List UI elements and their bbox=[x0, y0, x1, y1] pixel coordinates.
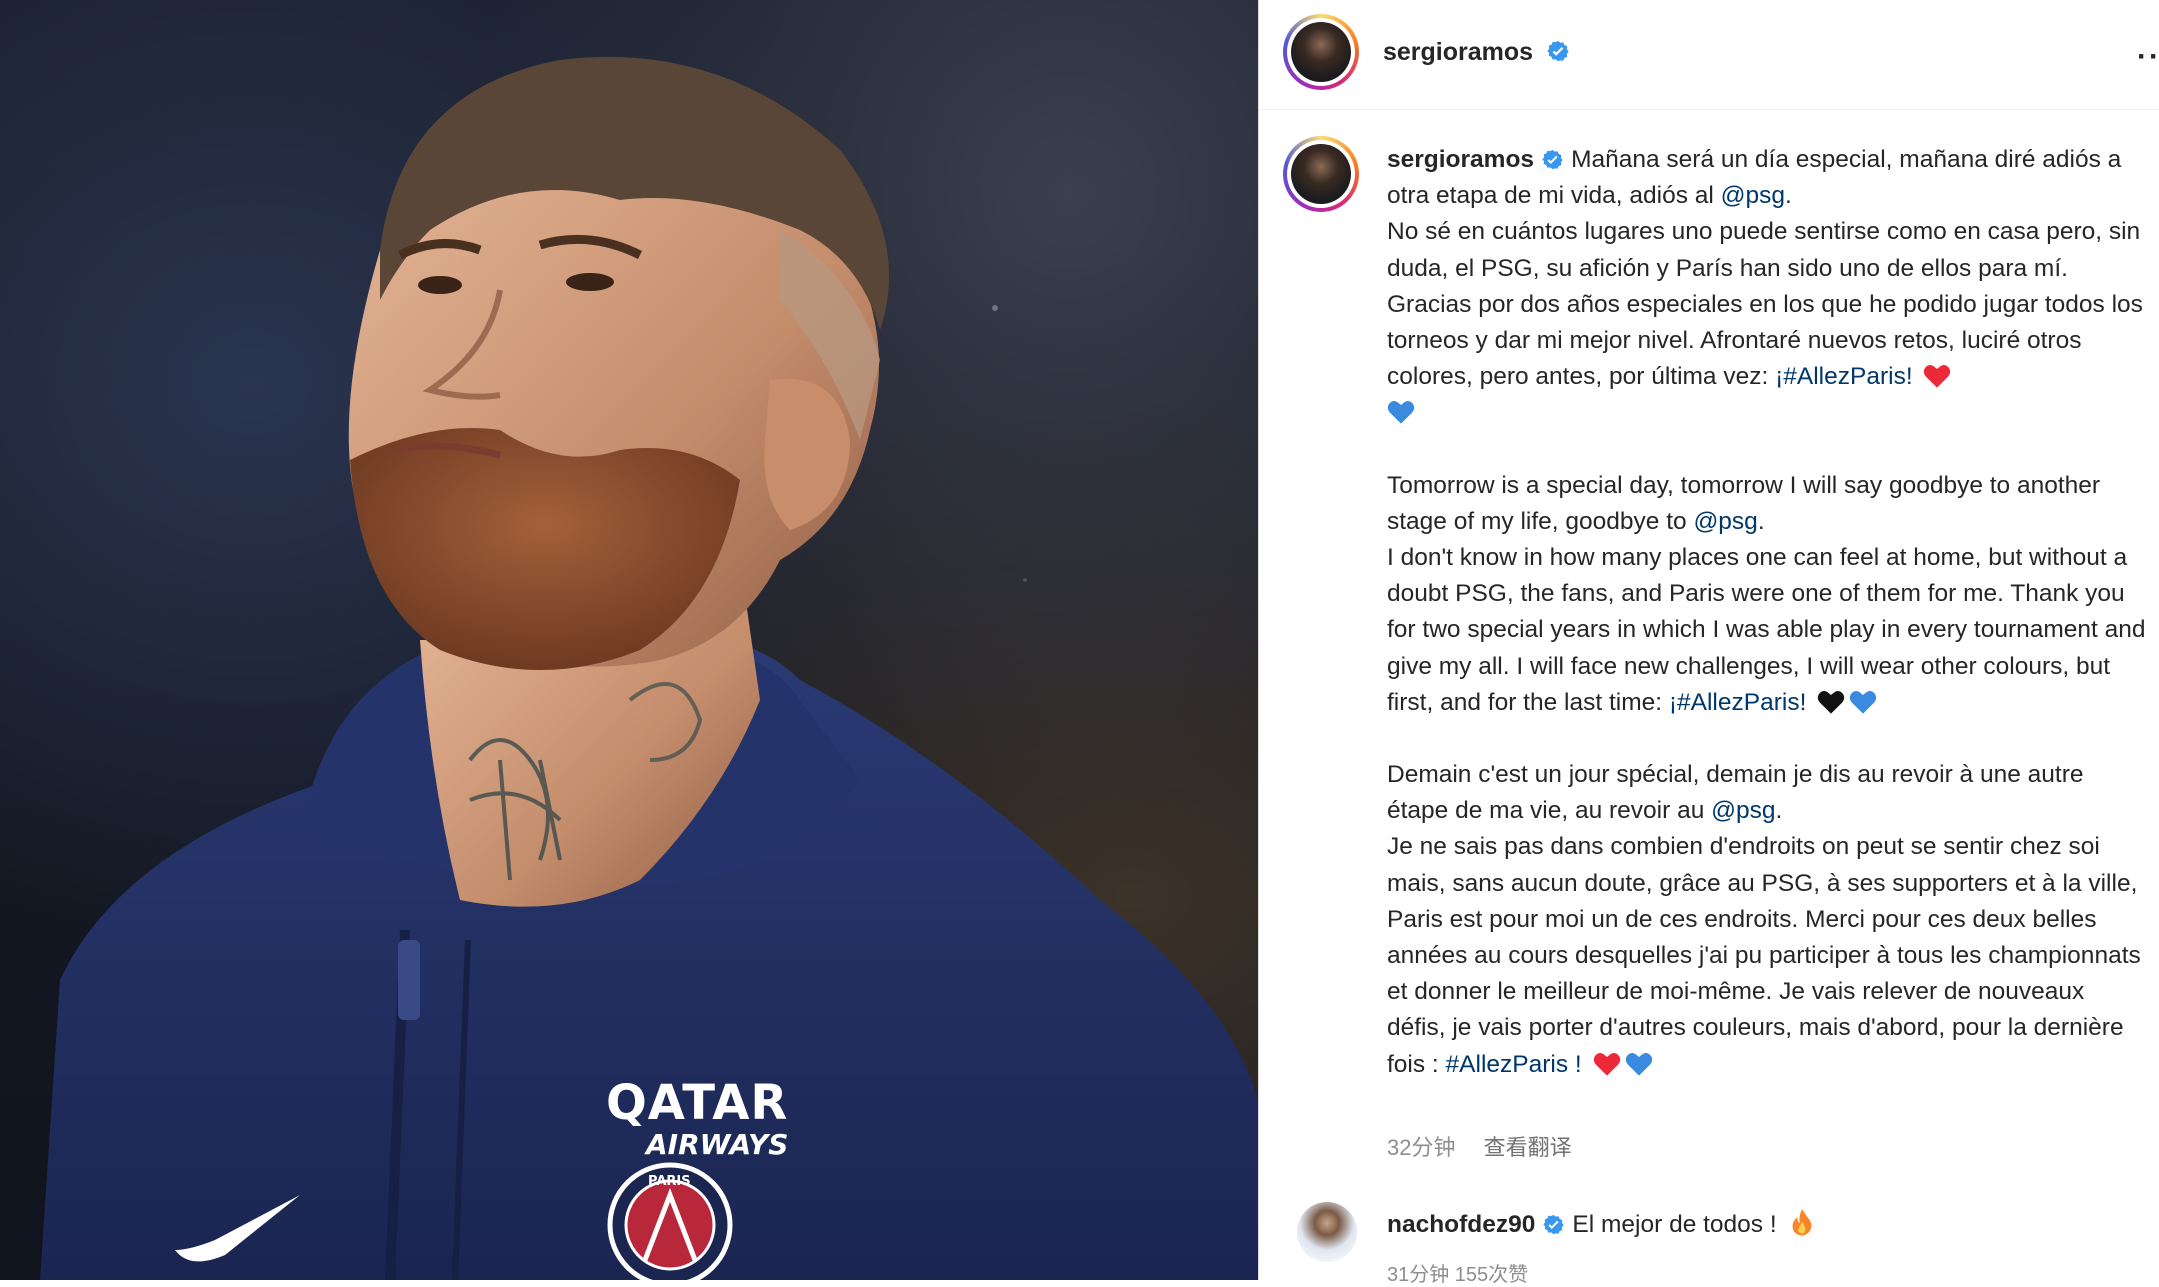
caption-paragraph-en-2: I don't know in how many places one can … bbox=[1387, 540, 2147, 721]
post-header: sergioramos ··· bbox=[1259, 0, 2159, 110]
red-heart-icon bbox=[1593, 1052, 1620, 1076]
comment-text: El mejor de todos ! bbox=[1572, 1211, 1777, 1238]
mention-link-psg[interactable]: @psg bbox=[1711, 797, 1775, 824]
verified-badge-icon bbox=[1547, 40, 1569, 62]
fire-icon bbox=[1792, 1209, 1811, 1236]
black-heart-icon bbox=[1818, 690, 1845, 714]
caption-text: No sé en cuántos lugares uno puede senti… bbox=[1387, 218, 2143, 391]
caption-paragraph-es-1: sergioramos Mañana será un día especial, … bbox=[1387, 142, 2147, 214]
blue-heart-icon bbox=[1850, 690, 1877, 714]
red-heart-icon bbox=[1924, 365, 1951, 388]
author-username[interactable]: sergioramos bbox=[1383, 38, 1533, 67]
comment: nachofdez90 El mejor de todos ! bbox=[1387, 1208, 1814, 1239]
hashtag-link-allezparis[interactable]: #AllezParis ! bbox=[1446, 1051, 1582, 1078]
caption-paragraph-en-1: Tomorrow is a special day, tomorrow I wi… bbox=[1387, 468, 2147, 540]
caption-meta: 32分钟 查看翻译 bbox=[1387, 1130, 1594, 1162]
caption-username[interactable]: sergioramos bbox=[1387, 146, 1534, 173]
caption-text: . bbox=[1757, 507, 1765, 535]
blue-heart-icon bbox=[1387, 401, 1415, 425]
post-timestamp[interactable]: 32分钟 bbox=[1387, 1135, 1455, 1160]
caption-paragraph-fr-1: Demain c'est un jour spécial, demain je … bbox=[1387, 757, 2147, 829]
mention-link-psg[interactable]: @psg bbox=[1721, 182, 1785, 209]
commenter-avatar[interactable] bbox=[1297, 1202, 1357, 1262]
see-translation-button[interactable]: 查看翻译 bbox=[1484, 1135, 1572, 1160]
mention-link-psg[interactable]: @psg bbox=[1693, 508, 1757, 535]
more-options-icon[interactable]: ··· bbox=[2137, 40, 2159, 74]
post-photo[interactable]: QATAR AIRWAYS PARIS bbox=[0, 0, 1258, 1280]
caption-paragraph-es-2: No sé en cuántos lugares uno puede senti… bbox=[1387, 214, 2147, 431]
caption-paragraph-fr-2: Je ne sais pas dans combien d'endroits o… bbox=[1387, 829, 2147, 1082]
crest-text: PARIS bbox=[648, 1174, 691, 1189]
hashtag-link-allezparis[interactable]: ¡#AllezParis! bbox=[1775, 363, 1913, 390]
verified-badge-icon bbox=[1542, 149, 1563, 170]
verified-badge-icon bbox=[1543, 1214, 1565, 1235]
sponsor-text-line1: QATAR bbox=[606, 1075, 789, 1131]
commenter-username[interactable]: nachofdez90 bbox=[1387, 1211, 1535, 1238]
post-side-panel: sergioramos ··· sergioramosMañana será u… bbox=[1258, 0, 2159, 1286]
author-avatar[interactable] bbox=[1283, 14, 1359, 90]
sponsor-text-line2: AIRWAYS bbox=[646, 1128, 789, 1161]
caption-author-avatar[interactable] bbox=[1283, 136, 1359, 212]
blue-heart-icon bbox=[1625, 1052, 1652, 1076]
comment-meta: 31分钟 155次赞 bbox=[1387, 1264, 1529, 1286]
hashtag-link-allezparis[interactable]: ¡#AllezParis! bbox=[1669, 689, 1807, 716]
post-caption: sergioramos Mañana será un día especial, … bbox=[1387, 142, 2147, 1083]
instagram-post-view: QATAR AIRWAYS PARIS sergioramos ··· serg… bbox=[0, 0, 2159, 1286]
caption-text: . bbox=[1785, 182, 1792, 210]
caption-text: . bbox=[1775, 797, 1783, 825]
caption-text: Je ne sais pas dans combien d'endroits o… bbox=[1387, 833, 2141, 1078]
